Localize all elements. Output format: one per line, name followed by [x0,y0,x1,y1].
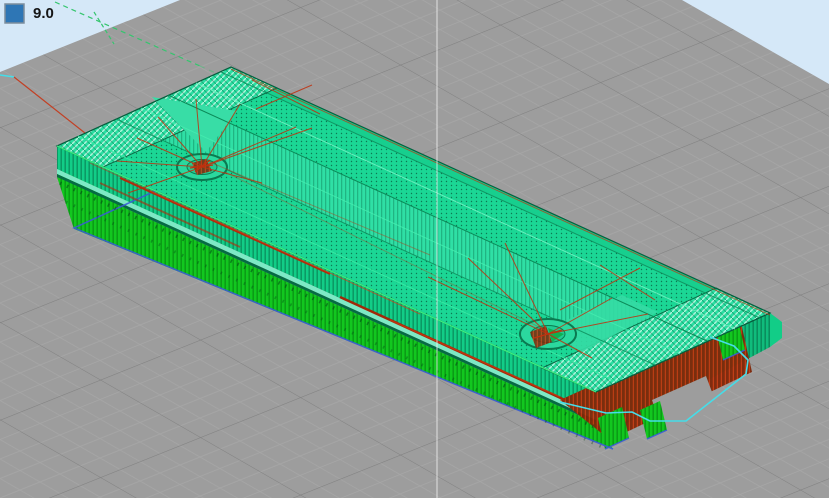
legend-swatch-icon [4,3,25,24]
legend-value: 9.0 [33,3,54,24]
slicer-3d-viewport[interactable]: 9.0 [0,0,829,498]
legend-color-swatch [5,4,24,23]
layer-preview-canvas[interactable] [0,0,829,498]
layer-legend: 9.0 [4,3,54,24]
